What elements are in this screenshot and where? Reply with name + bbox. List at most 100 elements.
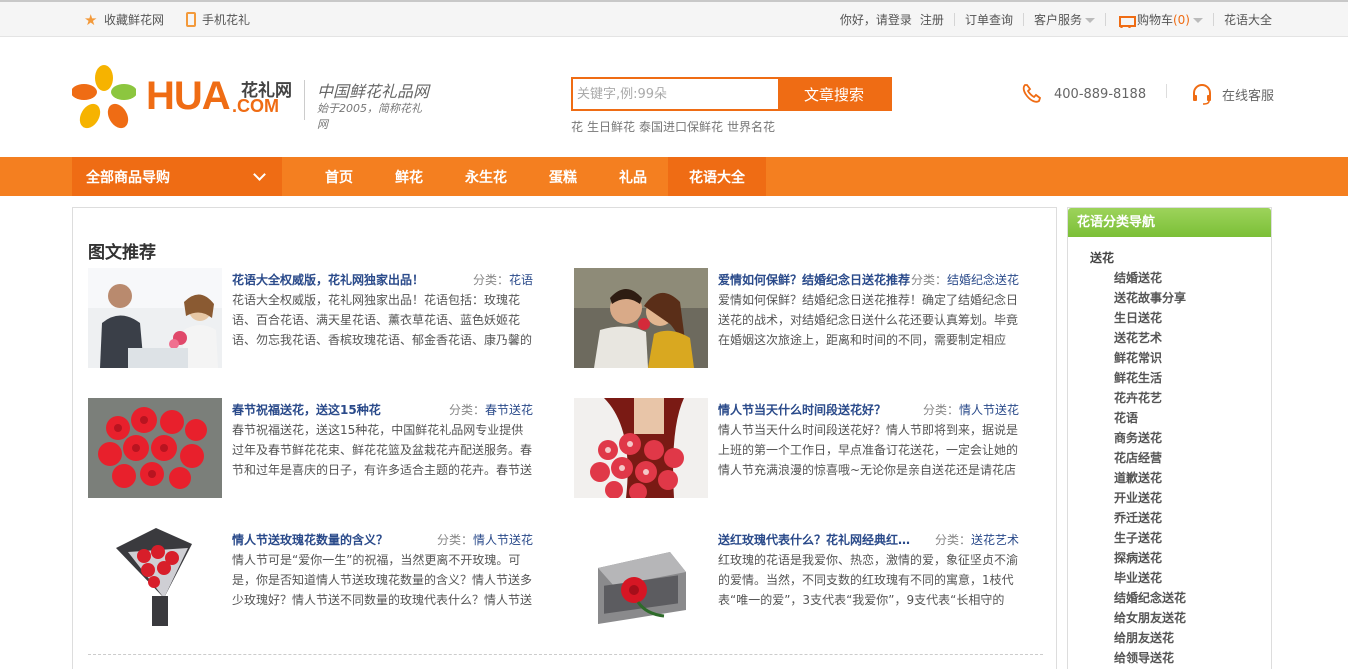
article-title[interactable]: 花语大全权威版，花礼网独家出品！ xyxy=(232,271,432,288)
sidebar-item[interactable]: 乔迁送花 xyxy=(1114,508,1186,528)
cart-link[interactable]: 购物车(0) xyxy=(1116,11,1203,28)
article-thumbnail[interactable] xyxy=(88,528,222,628)
category-link[interactable]: 结婚纪念送花 xyxy=(947,273,1019,287)
category-prefix: 分类： xyxy=(472,273,509,287)
search-input[interactable] xyxy=(573,79,778,109)
category-link[interactable]: 送花艺术 xyxy=(971,533,1019,547)
nav-item-preserved-flowers[interactable]: 永生花 xyxy=(444,157,528,196)
divider xyxy=(953,13,955,26)
star-icon: ★ xyxy=(84,10,98,29)
sidebar-item[interactable]: 鲜花生活 xyxy=(1114,368,1186,388)
login-link[interactable]: 你好，请登录 xyxy=(840,11,912,28)
hot-keyword[interactable]: 世界名花 xyxy=(727,118,775,135)
article-title[interactable]: 春节祝福送花，送这15种花 xyxy=(232,401,432,418)
article-card: 花语大全权威版，花礼网独家出品！ 分类：花语 花语大全权威版，花礼网独家出品！花… xyxy=(88,268,533,368)
sidebar-item[interactable]: 生日送花 xyxy=(1114,308,1186,328)
sidebar-item[interactable]: 探病送花 xyxy=(1114,548,1186,568)
nav-item-home[interactable]: 首页 xyxy=(304,157,374,196)
article-summary: 春节祝福送花，送这15种花，中国鲜花礼品网专业提供过年及春节鲜花花束、鲜花花篮及… xyxy=(232,423,532,477)
article-thumbnail[interactable] xyxy=(88,268,222,368)
customer-service-label: 客户服务 xyxy=(1033,13,1082,27)
logo-brand: HUA xyxy=(146,74,231,118)
sidebar-item[interactable]: 花语 xyxy=(1114,408,1186,428)
sidebar-item[interactable]: 花店经营 xyxy=(1114,448,1186,468)
article-title[interactable]: 送红玫瑰代表什么？花礼网经典红玫瑰 xyxy=(718,531,918,548)
hot-keywords: 花 生日鲜花 泰国进口保鲜花 世界名花 xyxy=(571,118,775,135)
telephone-icon xyxy=(1022,84,1042,103)
hot-keyword[interactable]: 生日鲜花 xyxy=(587,118,635,135)
featured-articles-panel: 图文推荐 花语大全权威版，花礼网独家出品！ 分类：花语 花语大全权威版，花礼网独… xyxy=(72,207,1057,669)
sidebar-item[interactable]: 结婚送花 xyxy=(1114,268,1186,288)
article-thumbnail[interactable] xyxy=(88,398,222,498)
category-link[interactable]: 情人节送花 xyxy=(473,533,533,547)
logo-divider xyxy=(304,80,305,120)
sidebar-item[interactable]: 送花故事分享 xyxy=(1114,288,1186,308)
divider xyxy=(1166,84,1167,98)
sidebar-root-category[interactable]: 送花 xyxy=(1090,249,1114,266)
hot-keyword[interactable]: 花 xyxy=(571,118,583,135)
sidebar-title: 花语分类导航 xyxy=(1068,208,1271,237)
sidebar-item[interactable]: 鲜花常识 xyxy=(1114,348,1186,368)
nav-item-cake[interactable]: 蛋糕 xyxy=(528,157,598,196)
sidebar-item[interactable]: 生子送花 xyxy=(1114,528,1186,548)
logo-dot-com: .COM xyxy=(232,96,279,116)
article-title[interactable]: 情人节送玫瑰花数量的含义？ xyxy=(232,531,432,548)
mobile-link[interactable]: 手机花礼 xyxy=(186,11,250,28)
sidebar-item[interactable]: 给女朋友送花 xyxy=(1114,608,1186,628)
category-prefix: 分类： xyxy=(436,533,473,547)
article-thumbnail[interactable] xyxy=(574,398,708,498)
search-button[interactable]: 文章搜索 xyxy=(778,79,890,109)
sidebar-item[interactable]: 道歉送花 xyxy=(1114,468,1186,488)
hotline: 400-889-8188 xyxy=(1020,82,1146,106)
mobile-label: 手机花礼 xyxy=(202,13,251,27)
divider xyxy=(1212,13,1214,26)
category-link[interactable]: 花语 xyxy=(509,273,533,287)
article-category: 分类：情人节送花 xyxy=(437,531,533,548)
article-summary: 花语大全权威版，花礼网独家出品！花语包括：玫瑰花语、百合花语、满天星花语、薰衣草… xyxy=(232,293,532,347)
sidebar-item[interactable]: 结婚纪念送花 xyxy=(1114,588,1186,608)
order-query-link[interactable]: 订单查询 xyxy=(965,11,1013,28)
sidebar-item[interactable]: 花卉花艺 xyxy=(1114,388,1186,408)
site-logo[interactable]: HUA 花礼网 .COM 中国鲜花礼品网 始于2005，简称花礼网 xyxy=(72,62,432,132)
sidebar-category-list: 结婚送花 送花故事分享 生日送花 送花艺术 鲜花常识 鲜花生活 花卉花艺 花语 … xyxy=(1114,268,1186,668)
category-prefix: 分类： xyxy=(910,273,947,287)
sidebar-item[interactable]: 送花艺术 xyxy=(1114,328,1186,348)
nav-item-gifts[interactable]: 礼品 xyxy=(598,157,668,196)
section-divider xyxy=(88,654,1043,655)
online-service-link[interactable]: 在线客服 xyxy=(1190,82,1274,106)
main-nav: 全部商品导购 首页 鲜花 永生花 蛋糕 礼品 花语大全 xyxy=(0,157,1348,196)
article-category: 分类：送花艺术 xyxy=(935,531,1019,548)
top-bar: ★ 收藏鲜花网 手机花礼 你好，请登录 注册 订单查询 客户服务 购物车(0) … xyxy=(0,0,1348,37)
sidebar-item[interactable]: 商务送花 xyxy=(1114,428,1186,448)
category-link[interactable]: 情人节送花 xyxy=(959,403,1019,417)
article-thumbnail[interactable] xyxy=(574,528,708,628)
customer-service-menu[interactable]: 客户服务 xyxy=(1034,11,1095,28)
top-bar-left: ★ 收藏鲜花网 手机花礼 xyxy=(84,11,250,28)
nav-item-flower-language[interactable]: 花语大全 xyxy=(668,157,766,196)
article-category: 分类：结婚纪念送花 xyxy=(911,271,1019,288)
category-sidebar: 花语分类导航 送花 结婚送花 送花故事分享 生日送花 送花艺术 鲜花常识 鲜花生… xyxy=(1067,207,1272,669)
top-bar-right: 你好，请登录 注册 订单查询 客户服务 购物车(0) 花语大全 xyxy=(840,11,1272,28)
article-thumbnail[interactable] xyxy=(574,268,708,368)
category-prefix: 分类： xyxy=(922,403,959,417)
section-title: 图文推荐 xyxy=(88,243,156,263)
article-card: 春节祝福送花，送这15种花 分类：春节送花 春节祝福送花，送这15种花，中国鲜花… xyxy=(88,398,533,498)
sidebar-item[interactable]: 给领导送花 xyxy=(1114,648,1186,668)
divider xyxy=(1022,13,1024,26)
logo-site-name: 中国鲜花礼品网 xyxy=(317,82,430,101)
sidebar-item[interactable]: 给朋友送花 xyxy=(1114,628,1186,648)
article-title[interactable]: 爱情如何保鲜？结婚纪念日送花推荐 xyxy=(718,271,918,288)
sidebar-item[interactable]: 毕业送花 xyxy=(1114,568,1186,588)
favorite-link[interactable]: ★ 收藏鲜花网 xyxy=(84,11,164,28)
flower-language-link[interactable]: 花语大全 xyxy=(1224,11,1272,28)
article-title[interactable]: 情人节当天什么时间段送花好？ xyxy=(718,401,918,418)
nav-item-fresh-flowers[interactable]: 鲜花 xyxy=(374,157,444,196)
cart-icon xyxy=(1116,14,1136,28)
article-category: 分类：春节送花 xyxy=(449,401,533,418)
category-link[interactable]: 春节送花 xyxy=(485,403,533,417)
hot-keyword[interactable]: 泰国进口保鲜花 xyxy=(639,118,723,135)
article-category: 分类：花语 xyxy=(473,271,533,288)
all-categories-menu[interactable]: 全部商品导购 xyxy=(72,157,282,196)
sidebar-item[interactable]: 开业送花 xyxy=(1114,488,1186,508)
register-link[interactable]: 注册 xyxy=(920,11,944,28)
